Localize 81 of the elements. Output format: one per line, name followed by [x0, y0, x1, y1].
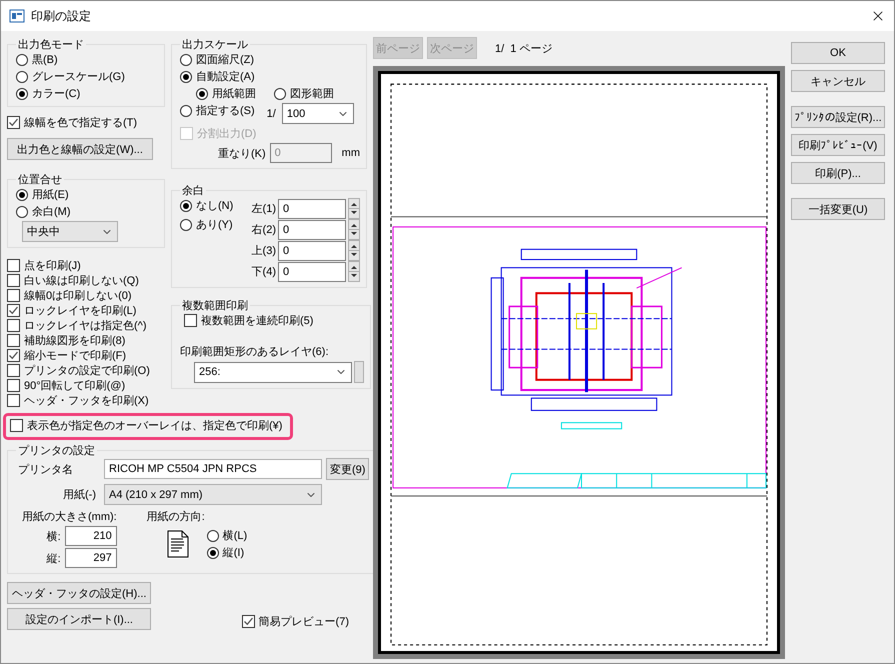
group-title: 位置合せ: [17, 173, 63, 187]
margin-field[interactable]: 0: [278, 262, 346, 282]
radio-button[interactable]: なし(N): [180, 198, 234, 213]
group-title: プリンタの設定: [17, 444, 96, 458]
radio-button[interactable]: グレースケール(G): [16, 69, 125, 84]
checkbox[interactable]: 複数範囲を連続印刷(5): [184, 313, 314, 328]
checkbox[interactable]: 90°回転して印刷(@): [7, 378, 126, 393]
width-field: 210: [64, 526, 117, 546]
group-title: 複数範囲印刷: [181, 299, 249, 313]
spin-buttons-icon[interactable]: [348, 219, 360, 240]
printer-name-field: RICOH MP C5504 JPN RPCS: [104, 459, 322, 479]
margin-field[interactable]: 0: [278, 220, 346, 240]
check-icon: [8, 350, 19, 361]
dialog-button[interactable]: キャンセル: [791, 70, 885, 92]
dialog-button[interactable]: ﾌﾟﾘﾝﾀの設定(R)...: [791, 106, 885, 128]
checkbox[interactable]: 白い線は印刷しない(Q): [7, 273, 139, 288]
orientation-label: 用紙の方向:: [146, 510, 206, 524]
margin-label: 左(1): [252, 202, 276, 216]
checkbox[interactable]: 縮小モードで印刷(F): [7, 348, 126, 363]
checkbox[interactable]: 表示色が指定色のオーバーレイは、指定色で印刷(¥): [10, 418, 282, 433]
page-info: 1/ 1 ページ: [495, 42, 552, 56]
spin-buttons-icon[interactable]: [348, 261, 360, 282]
radio-button[interactable]: 用紙(E): [16, 187, 69, 202]
radio-button[interactable]: 図面縮尺(Z): [180, 52, 254, 67]
group-title: 出力色モード: [17, 38, 85, 52]
spin-buttons-icon[interactable]: [348, 240, 360, 261]
dialog-button[interactable]: 一括変更(U): [791, 198, 885, 220]
checkbox[interactable]: 線幅を色で指定する(T): [7, 115, 138, 130]
radio-button[interactable]: 自動設定(A): [180, 69, 255, 84]
radio-button[interactable]: あり(Y): [180, 217, 233, 232]
printer-name-label: プリンタ名: [17, 462, 74, 476]
scale-dropdown[interactable]: 100: [282, 103, 354, 124]
checkbox[interactable]: 点を印刷(J): [7, 258, 81, 273]
check-icon: [242, 616, 254, 627]
paper-label: 用紙(-): [62, 488, 97, 502]
checkbox[interactable]: 線幅0は印刷しない(0): [7, 288, 132, 303]
margin-label: 下(4): [252, 265, 276, 279]
dialog-button[interactable]: OK: [791, 42, 885, 64]
spin-buttons-icon[interactable]: [348, 198, 360, 219]
app-icon: [9, 8, 25, 24]
radio-button[interactable]: 黒(B): [16, 52, 58, 67]
checkbox[interactable]: 簡易プレビュー(7): [242, 614, 349, 629]
checkbox[interactable]: ロックレイヤを印刷(L): [7, 303, 136, 318]
margin-field[interactable]: 0: [278, 240, 346, 260]
margin-field[interactable]: 0: [278, 198, 346, 218]
height-field: 297: [64, 548, 117, 568]
dialog-button[interactable]: ヘッダ・フッタの設定(H)...: [7, 582, 152, 604]
radio-button[interactable]: 指定する(S): [180, 103, 255, 118]
width-label: 横:: [46, 530, 61, 544]
portrait-page-icon: [166, 530, 189, 558]
checkbox[interactable]: プリンタの設定で印刷(O): [7, 363, 150, 378]
radio-button[interactable]: 横(L): [206, 528, 248, 543]
dialog-button[interactable]: 設定のインポート(I)...: [7, 608, 152, 630]
group-title: 余白: [181, 184, 205, 198]
alignment-dropdown[interactable]: 中央中: [22, 221, 118, 242]
margin-label: 上(3): [252, 244, 276, 258]
overlap-label: 重なり(K): [218, 146, 266, 160]
margin-label: 右(2): [252, 223, 276, 237]
radio-button[interactable]: 図形範囲: [274, 86, 334, 101]
radio-button[interactable]: 用紙範囲: [196, 86, 256, 101]
radio-button[interactable]: 縦(I): [206, 545, 244, 560]
paper-size-label: 用紙の大きさ(mm):: [21, 510, 117, 524]
radio-button[interactable]: 余白(M): [16, 204, 70, 219]
layer-label: 印刷範囲矩形のあるレイヤ(6):: [180, 345, 330, 359]
paper-dropdown[interactable]: A4 (210 x 297 mm): [104, 484, 322, 505]
dialog-button[interactable]: 印刷ﾌﾟﾚﾋﾞｭｰ(V): [791, 134, 885, 156]
checkbox[interactable]: 補助線図形を印刷(8): [7, 333, 126, 348]
check-icon: [8, 117, 19, 128]
settings-button[interactable]: 出力色と線幅の設定(W)...: [7, 138, 153, 160]
checkbox[interactable]: ヘッダ・フッタを印刷(X): [7, 393, 149, 408]
checkbox[interactable]: ロックレイヤは指定色(^): [7, 318, 146, 333]
group-title: 出力スケール: [181, 38, 249, 52]
change-button[interactable]: 変更(9): [326, 458, 370, 480]
ratio-label: 1/: [266, 108, 276, 120]
check-icon: [8, 305, 19, 316]
dialog-button[interactable]: 印刷(P)...: [791, 162, 885, 184]
radio-button[interactable]: カラー(C): [16, 86, 80, 101]
window-title: 印刷の設定: [31, 8, 92, 24]
unit-label: mm: [342, 147, 360, 159]
height-label: 縦:: [46, 552, 61, 566]
layer-dropdown[interactable]: 256:: [194, 362, 352, 382]
